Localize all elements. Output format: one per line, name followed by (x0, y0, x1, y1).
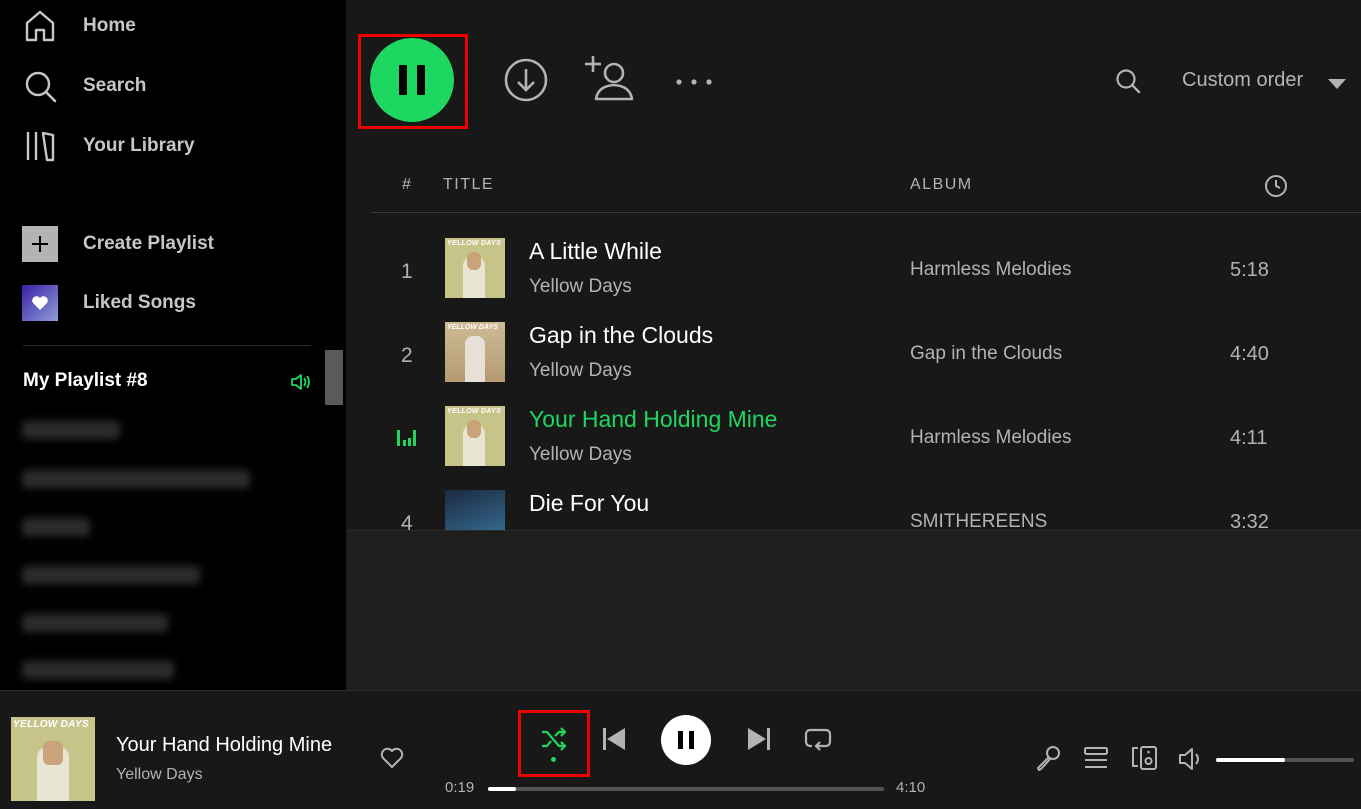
create-playlist-button[interactable]: Create Playlist (22, 226, 214, 262)
album-art: YELLOW DAYS (445, 406, 505, 466)
track-title[interactable]: A Little While (529, 238, 662, 265)
album-art: YELLOW DAYS (445, 238, 505, 298)
download-icon[interactable] (503, 57, 549, 108)
track-duration: 5:18 (1230, 259, 1269, 281)
column-header-album[interactable]: ALBUM (910, 176, 973, 194)
table-row-playing[interactable]: YELLOW DAYS Your Hand Holding Mine Yello… (346, 406, 1361, 490)
nav-home[interactable]: Home (22, 8, 136, 44)
track-album[interactable]: SMITHEREENS (910, 511, 1047, 530)
home-icon (22, 8, 58, 44)
header-divider (371, 212, 1361, 213)
pause-button[interactable] (661, 715, 711, 765)
repeat-icon[interactable] (804, 727, 832, 756)
elapsed-time: 0:19 (445, 779, 475, 796)
track-duration: 3:32 (1230, 511, 1269, 530)
playlist-item[interactable] (22, 566, 200, 584)
previous-icon[interactable] (601, 727, 627, 756)
track-album[interactable]: Harmless Melodies (910, 259, 1072, 281)
playlist-item[interactable] (22, 518, 90, 536)
remaining-time: 4:10 (896, 779, 926, 796)
track-number: 4 (401, 512, 413, 530)
track-number: 1 (401, 260, 413, 283)
heart-icon (22, 285, 58, 321)
table-row[interactable]: 2 YELLOW DAYS Gap in the Clouds Yellow D… (346, 322, 1361, 406)
devices-icon[interactable] (1131, 745, 1159, 776)
nav-search-label: Search (83, 75, 147, 96)
track-title[interactable]: Your Hand Holding Mine (529, 406, 777, 433)
shuffle-icon[interactable] (540, 727, 568, 756)
library-icon (22, 128, 58, 164)
liked-songs-label: Liked Songs (83, 292, 196, 313)
search-icon (22, 68, 58, 104)
track-artist[interactable]: Yellow Days (529, 276, 632, 298)
column-header-title[interactable]: TITLE (443, 176, 494, 194)
track-title[interactable]: Gap in the Clouds (529, 322, 713, 349)
table-row[interactable]: 1 YELLOW DAYS A Little While Yellow Days… (346, 238, 1361, 322)
track-title[interactable]: Die For You (529, 490, 649, 517)
progress-fill (488, 787, 516, 791)
heart-icon[interactable] (380, 747, 404, 774)
main-content: Custom order # TITLE ALBUM 1 YELLOW DAYS… (346, 0, 1361, 690)
album-art: YELLOW DAYS (445, 322, 505, 382)
more-options-icon[interactable] (674, 74, 714, 92)
equalizer-icon (397, 428, 417, 451)
table-row[interactable]: 4 Die For You SMITHEREENS 3:32 (346, 490, 1361, 530)
track-album[interactable]: Gap in the Clouds (910, 343, 1062, 365)
liked-songs-button[interactable]: Liked Songs (22, 285, 196, 321)
empty-area (346, 530, 1361, 690)
track-number: 2 (401, 344, 413, 367)
now-playing-artist[interactable]: Yellow Days (116, 766, 203, 784)
now-playing-album-art[interactable]: YELLOW DAYS (11, 717, 95, 801)
progress-bar[interactable] (488, 787, 884, 791)
search-icon[interactable] (1115, 68, 1141, 99)
create-playlist-label: Create Playlist (83, 233, 214, 254)
player-bar: YELLOW DAYS Your Hand Holding Mine Yello… (0, 690, 1361, 809)
track-artist[interactable]: Yellow Days (529, 360, 632, 382)
column-header-number: # (402, 176, 413, 193)
track-artist[interactable]: Yellow Days (529, 444, 632, 466)
track-album[interactable]: Harmless Melodies (910, 427, 1072, 449)
sidebar-divider (23, 345, 311, 346)
queue-icon[interactable] (1084, 747, 1108, 774)
plus-icon (22, 226, 58, 262)
track-duration: 4:40 (1230, 343, 1269, 365)
sort-dropdown[interactable]: Custom order (1182, 69, 1303, 92)
nav-search[interactable]: Search (22, 68, 146, 104)
volume-icon[interactable] (1178, 746, 1204, 777)
volume-slider[interactable] (1216, 758, 1354, 762)
album-art (445, 490, 505, 530)
shuffle-active-indicator (551, 757, 556, 762)
playlist-item[interactable] (22, 470, 250, 488)
clock-icon (1264, 174, 1288, 203)
next-icon[interactable] (746, 727, 772, 756)
sidebar: Home Search Your Library Create Playlist… (0, 0, 346, 690)
playlist-item[interactable] (22, 614, 168, 632)
volume-fill (1216, 758, 1285, 762)
microphone-icon[interactable] (1035, 745, 1061, 776)
playlist-item-current[interactable]: My Playlist #8 (23, 370, 148, 392)
playlist-item[interactable] (22, 421, 120, 439)
nav-home-label: Home (83, 15, 136, 36)
speaker-icon (290, 373, 312, 396)
tracklist-area: Custom order # TITLE ALBUM 1 YELLOW DAYS… (346, 0, 1361, 530)
pause-button-large[interactable] (370, 38, 454, 122)
now-playing-title[interactable]: Your Hand Holding Mine (116, 734, 332, 757)
nav-library-label: Your Library (83, 135, 195, 156)
playlist-item[interactable] (22, 661, 174, 679)
caret-down-icon[interactable] (1328, 76, 1346, 94)
track-duration: 4:11 (1230, 427, 1268, 449)
nav-library[interactable]: Your Library (22, 128, 195, 164)
add-user-icon[interactable] (584, 54, 636, 109)
sidebar-scrollbar[interactable] (325, 350, 343, 405)
